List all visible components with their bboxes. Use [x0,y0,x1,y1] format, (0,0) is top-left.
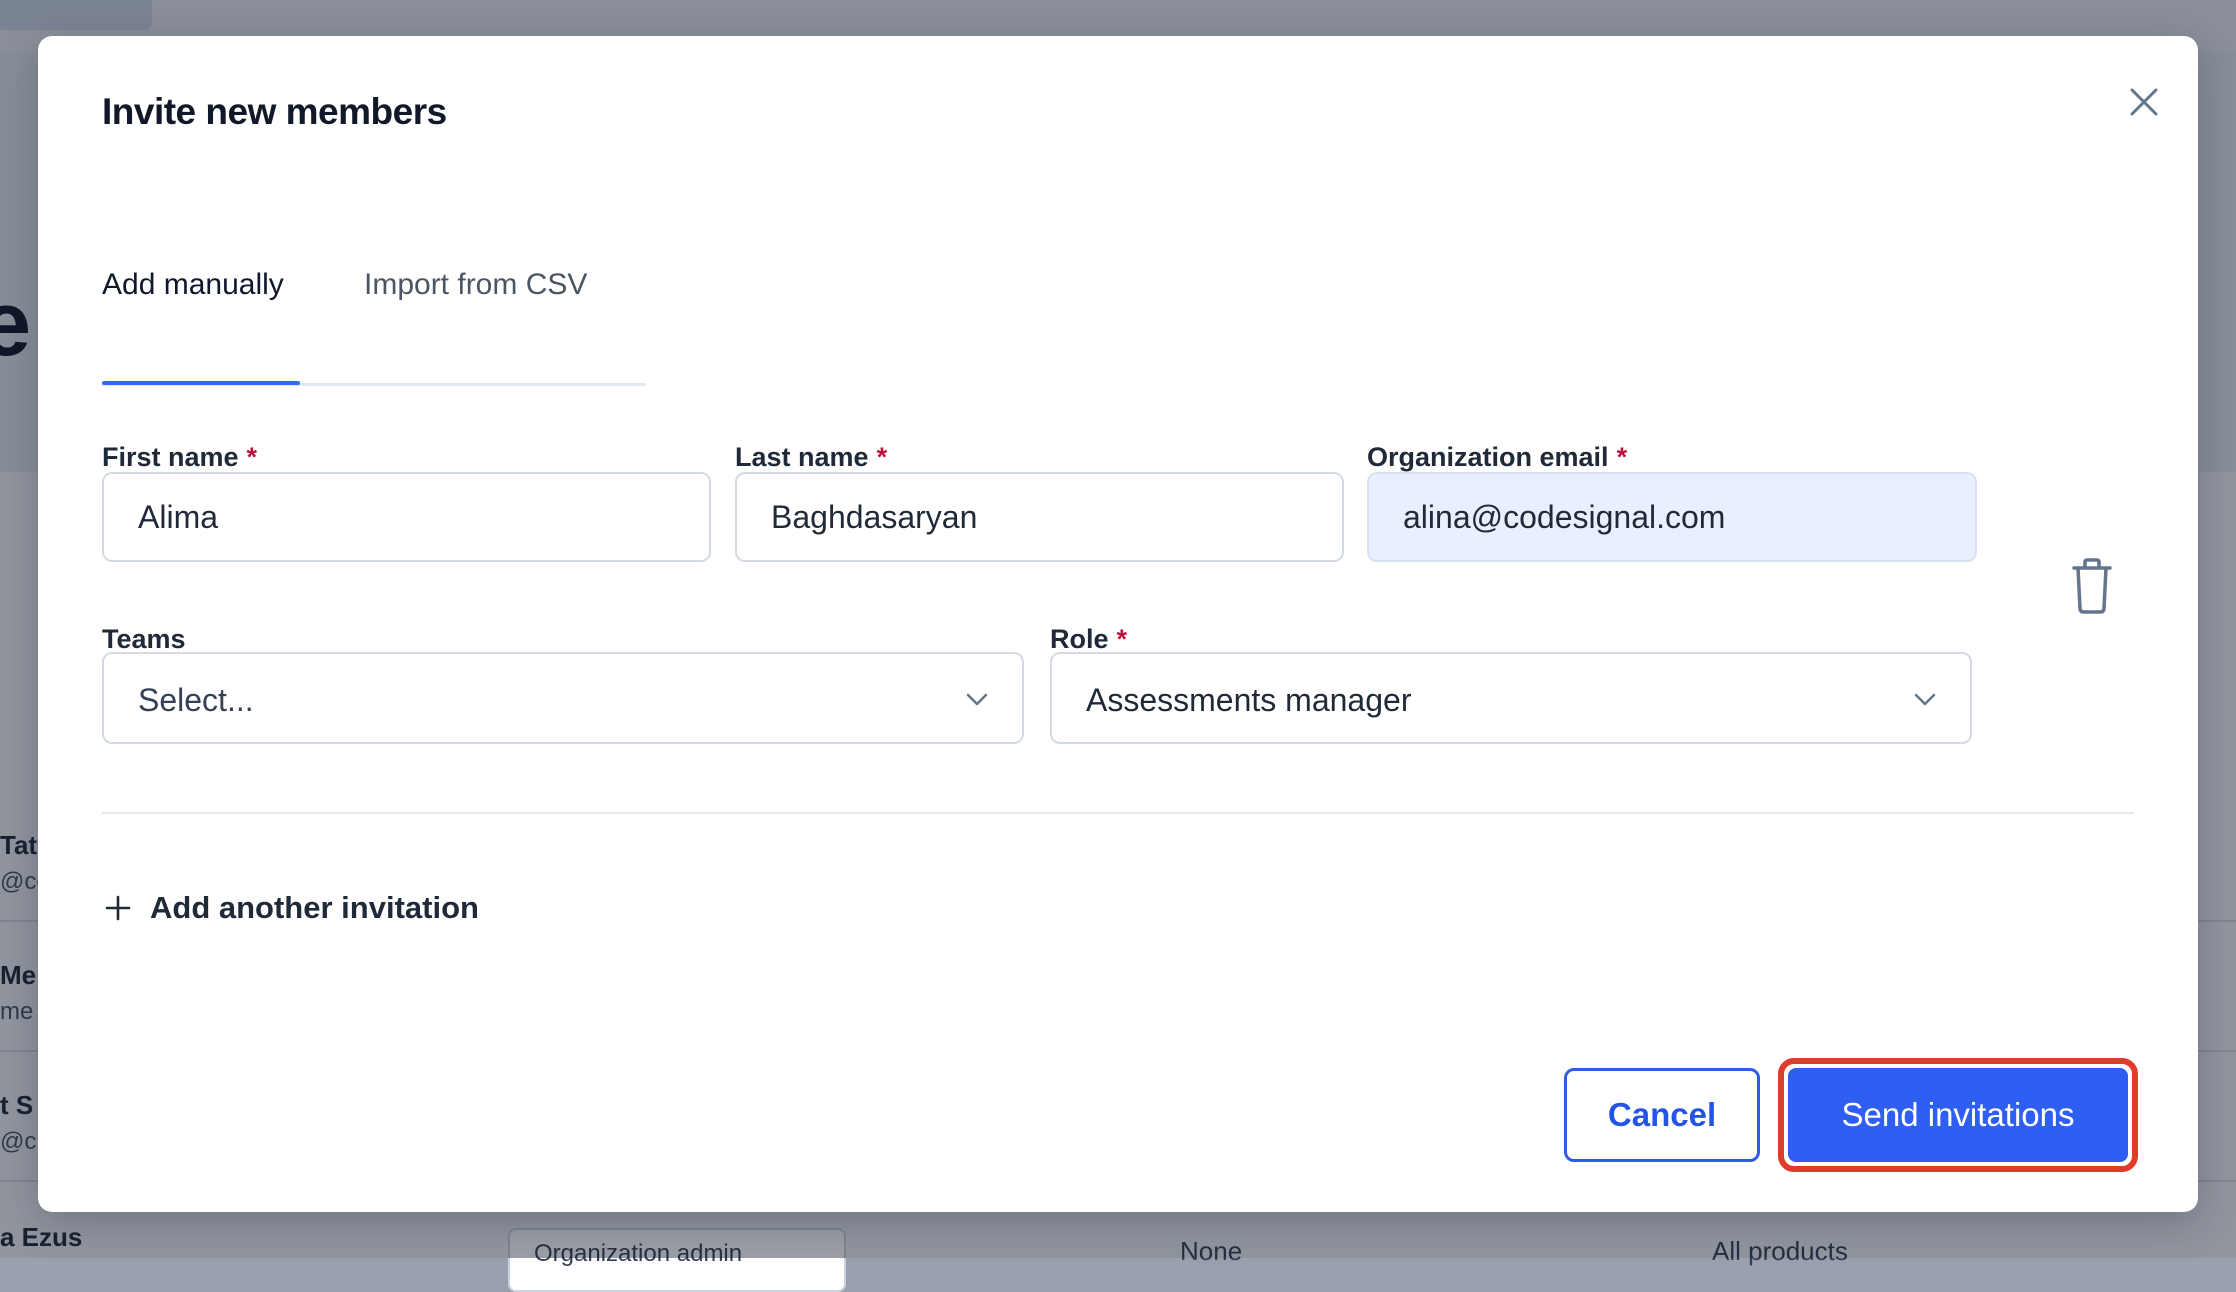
invite-members-modal: Invite new members Add manually Import f… [38,36,2198,1212]
cancel-button[interactable]: Cancel [1564,1068,1760,1162]
required-marker: * [1616,442,1628,472]
tab-add-manually[interactable]: Add manually [102,268,284,302]
organization-email-label: Organization email * [1367,442,1627,473]
close-icon [2130,88,2158,116]
teams-label: Teams [102,624,186,654]
close-button[interactable] [2118,76,2170,128]
last-name-label: Last name * [735,442,887,473]
add-another-invitation-label: Add another invitation [150,890,479,925]
role-label: Role * [1050,624,1127,655]
active-tab-indicator [102,381,300,385]
role-label-text: Role [1050,624,1109,654]
trash-icon [2072,558,2112,614]
tab-import-from-csv[interactable]: Import from CSV [364,268,587,302]
last-name-label-text: Last name [735,442,869,472]
role-select[interactable]: Assessments manager [1050,652,1972,744]
required-marker: * [1116,624,1128,654]
teams-select[interactable]: Select... [102,652,1024,744]
teams-select-value: Select... [138,682,254,718]
delete-invitation-button[interactable] [2062,552,2122,620]
organization-email-input[interactable] [1367,472,1977,562]
role-select-value: Assessments manager [1086,682,1412,718]
invite-tabs: Add manually Import from CSV [102,268,646,388]
required-marker: * [876,442,888,472]
required-marker: * [246,442,258,472]
chevron-down-icon [1914,693,1936,706]
first-name-label-text: First name [102,442,239,472]
chevron-down-icon [966,693,988,706]
first-name-label: First name * [102,442,257,473]
last-name-input[interactable] [735,472,1344,562]
plus-icon [105,895,131,921]
add-another-invitation-button[interactable]: Add another invitation [102,884,479,932]
modal-title: Invite new members [102,91,447,132]
first-name-input[interactable] [102,472,711,562]
send-invitations-button[interactable]: Send invitations [1788,1068,2128,1162]
organization-email-label-text: Organization email [1367,442,1609,472]
section-divider [102,812,2134,814]
